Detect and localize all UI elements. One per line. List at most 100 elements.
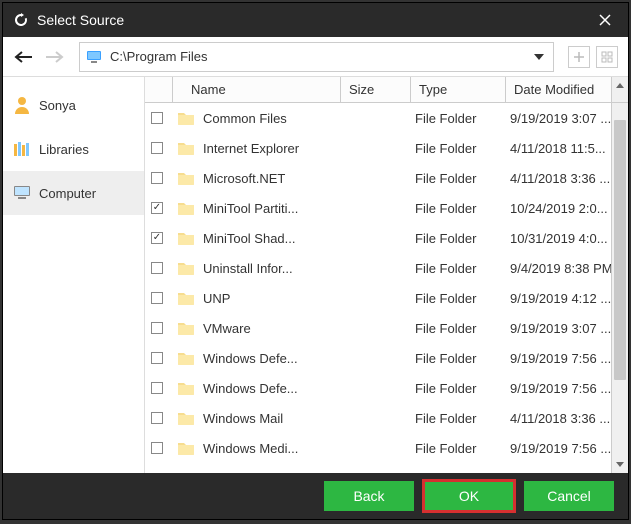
row-type: File Folder (415, 411, 510, 426)
table-row[interactable]: VMware File Folder9/19/2019 3:07 ... (145, 313, 611, 343)
row-date: 9/19/2019 7:56 ... (510, 351, 611, 366)
row-checkbox[interactable] (151, 292, 163, 304)
path-bar[interactable]: C:\Program Files (79, 42, 554, 72)
table-row[interactable]: ✓ MiniTool Shad... File Folder10/31/2019 4… (145, 223, 611, 253)
path-text: C:\Program Files (110, 49, 523, 64)
row-name: Windows Defe... (203, 381, 345, 396)
row-name: Internet Explorer (203, 141, 345, 156)
body: Sonya Libraries Computer Name Size (3, 77, 628, 473)
row-date: 10/31/2019 4:0... (510, 231, 611, 246)
row-checkbox[interactable] (151, 382, 163, 394)
row-checkbox[interactable] (151, 352, 163, 364)
sidebar-item-user[interactable]: Sonya (3, 83, 144, 127)
close-button[interactable] (590, 5, 620, 35)
row-date: 9/19/2019 3:07 ... (510, 321, 611, 336)
back-arrow-icon[interactable] (13, 46, 35, 68)
row-name: MiniTool Partiti... (203, 201, 345, 216)
folder-icon (177, 381, 195, 395)
row-name: MiniTool Shad... (203, 231, 345, 246)
scrollbar-track[interactable] (611, 103, 628, 473)
libraries-icon (13, 140, 31, 158)
back-button[interactable]: Back (324, 481, 414, 511)
chevron-down-icon[interactable] (531, 54, 547, 60)
folder-icon (177, 141, 195, 155)
folder-icon (177, 291, 195, 305)
row-name: UNP (203, 291, 345, 306)
row-date: 9/4/2019 8:38 PM (510, 261, 611, 276)
scroll-track[interactable] (612, 120, 628, 456)
table-row[interactable]: Internet ExplorerFile Folder4/11/2018 11… (145, 133, 611, 163)
scroll-thumb[interactable] (614, 120, 626, 380)
sidebar-item-label: Libraries (39, 142, 89, 157)
row-checkbox[interactable] (151, 142, 163, 154)
row-checkbox[interactable] (151, 112, 163, 124)
row-name: Uninstall Infor... (203, 261, 345, 276)
row-checkbox[interactable] (151, 322, 163, 334)
row-type: File Folder (415, 231, 510, 246)
row-date: 4/11/2018 3:36 ... (510, 411, 611, 426)
titlebar: Select Source (3, 3, 628, 37)
folder-icon (177, 441, 195, 455)
row-date: 9/19/2019 7:56 ... (510, 381, 611, 396)
row-type: File Folder (415, 321, 510, 336)
new-folder-icon[interactable] (568, 46, 590, 68)
column-date[interactable]: Date Modified (506, 77, 611, 102)
file-rows: Common FilesFile Folder9/19/2019 3:07 ..… (145, 103, 628, 473)
dialog-window: Select Source C:\Program Files (2, 2, 629, 520)
table-row[interactable]: Microsoft.NETFile Folder4/11/2018 3:36 .… (145, 163, 611, 193)
row-checkbox[interactable] (151, 442, 163, 454)
row-checkbox[interactable]: ✓ (151, 202, 163, 214)
column-type[interactable]: Type (411, 77, 506, 102)
row-checkbox[interactable] (151, 262, 163, 274)
folder-icon (177, 171, 195, 185)
cancel-button[interactable]: Cancel (524, 481, 614, 511)
row-name: Windows Defe... (203, 351, 345, 366)
row-date: 9/19/2019 4:12 ... (510, 291, 611, 306)
table-row[interactable]: ✓ MiniTool Partiti... File Folder10/24/201… (145, 193, 611, 223)
column-name[interactable]: Name (173, 77, 341, 102)
scrollbar[interactable] (611, 77, 628, 102)
toolbar: C:\Program Files (3, 37, 628, 77)
user-icon (13, 96, 31, 114)
row-checkbox[interactable] (151, 412, 163, 424)
row-date: 9/19/2019 7:56 ... (510, 441, 611, 456)
row-type: File Folder (415, 261, 510, 276)
folder-icon (177, 411, 195, 425)
row-type: File Folder (415, 441, 510, 456)
sidebar-item-label: Sonya (39, 98, 76, 113)
table-row[interactable]: Common Files File Folder9/19/2019 3:07 ..… (145, 103, 611, 133)
sidebar-item-libraries[interactable]: Libraries (3, 127, 144, 171)
monitor-icon (86, 50, 102, 64)
folder-icon (177, 351, 195, 365)
scroll-down-icon[interactable] (612, 456, 628, 473)
row-name: Windows Medi... (203, 441, 345, 456)
row-name: Windows Mail (203, 411, 345, 426)
sidebar-item-computer[interactable]: Computer (3, 171, 144, 215)
column-size[interactable]: Size (341, 77, 411, 102)
row-date: 10/24/2019 2:0... (510, 201, 611, 216)
grid-view-icon[interactable] (596, 46, 618, 68)
folder-icon (177, 111, 195, 125)
table-row[interactable]: Windows Defe...File Folder9/19/2019 7:56… (145, 373, 611, 403)
footer: Back OK Cancel (3, 473, 628, 519)
row-name: Common Files (203, 111, 345, 126)
row-type: File Folder (415, 111, 510, 126)
forward-arrow-icon[interactable] (43, 46, 65, 68)
table-row[interactable]: Windows Medi... File Folder9/19/2019 7:56… (145, 433, 611, 463)
row-date: 9/19/2019 3:07 ... (510, 111, 611, 126)
table-row[interactable]: Uninstall Infor... File Folder9/4/2019 8:… (145, 253, 611, 283)
table-row[interactable]: Windows Defe...File Folder9/19/2019 7:56… (145, 343, 611, 373)
row-checkbox[interactable] (151, 172, 163, 184)
scroll-up-icon[interactable] (612, 77, 628, 94)
row-name: VMware (203, 321, 345, 336)
table-row[interactable]: UNPFile Folder9/19/2019 4:12 ... (145, 283, 611, 313)
row-type: File Folder (415, 201, 510, 216)
computer-icon (13, 184, 31, 202)
folder-icon (177, 201, 195, 215)
window-title: Select Source (37, 12, 124, 28)
table-row[interactable]: Windows Mail File Folder4/11/2018 3:36 ..… (145, 403, 611, 433)
row-date: 4/11/2018 11:5... (510, 141, 611, 156)
column-checkbox[interactable] (145, 77, 173, 102)
ok-button[interactable]: OK (424, 481, 514, 511)
row-checkbox[interactable]: ✓ (151, 232, 163, 244)
